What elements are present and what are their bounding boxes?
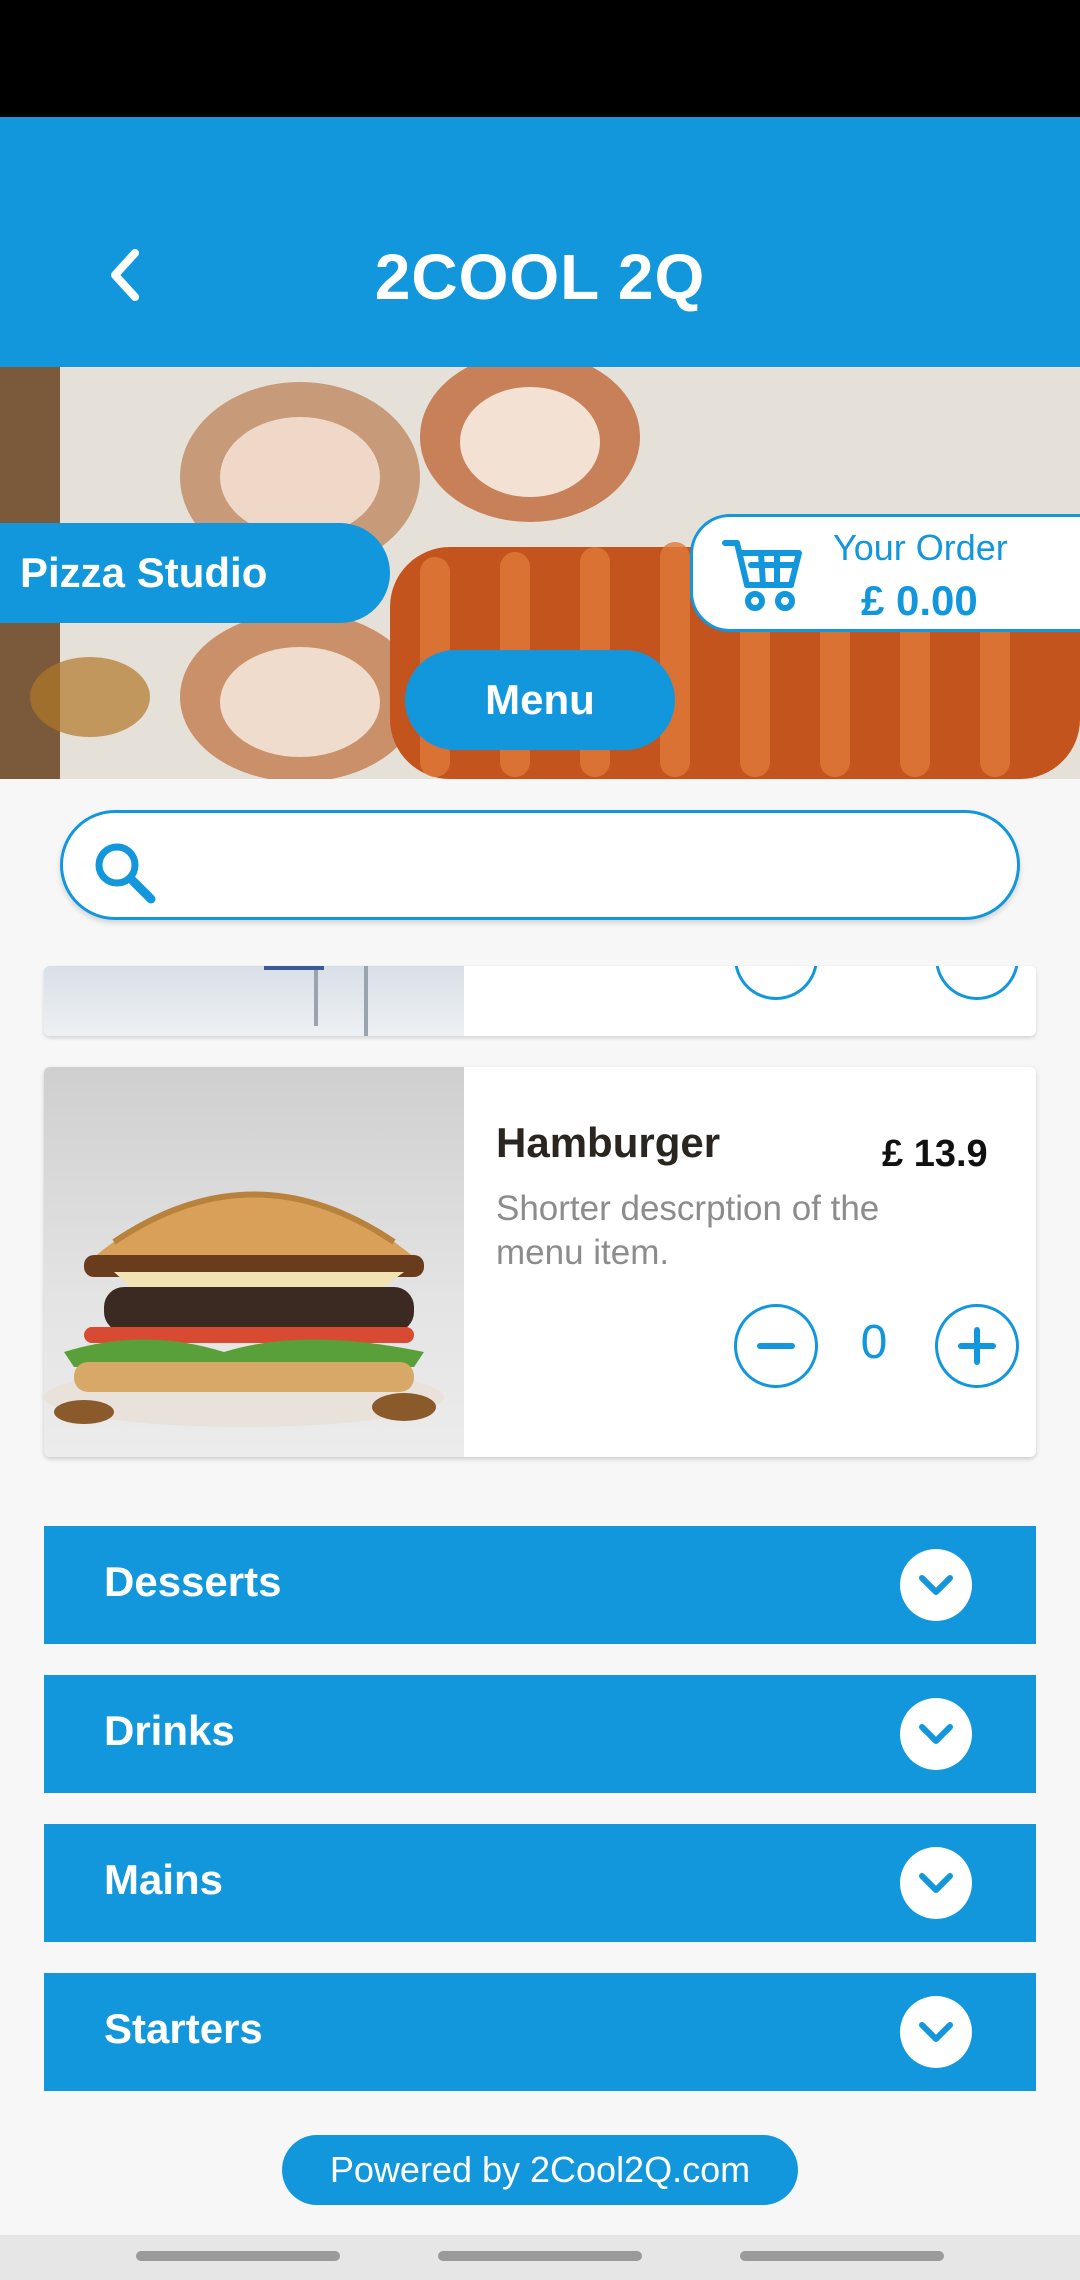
category-drinks[interactable]: Drinks — [44, 1675, 1036, 1793]
page-title: 2COOL 2Q — [374, 241, 706, 313]
decrease-quantity-button[interactable] — [734, 1304, 818, 1388]
menu-item-price: £ 13.9 — [882, 1133, 988, 1175]
category-label: Desserts — [104, 1558, 282, 1605]
nav-home-gesture[interactable] — [438, 2251, 642, 2261]
menu-item-image — [44, 1067, 464, 1457]
category-label: Drinks — [104, 1707, 235, 1754]
cart-icon — [722, 540, 802, 611]
category-starters[interactable]: Starters — [44, 1973, 1036, 2091]
chevron-down-icon — [900, 1847, 972, 1919]
search-icon — [95, 843, 156, 904]
system-nav-bar — [0, 2235, 1080, 2280]
nav-back-gesture[interactable] — [136, 2251, 340, 2261]
hamburger-image — [44, 1191, 444, 1427]
chevron-down-icon — [900, 1996, 972, 2068]
list-item[interactable]: Hamburger £ 13.9 Shorter descrption of t… — [44, 1067, 1036, 1457]
menu-item-description: Shorter descrption of the menu item. — [496, 1189, 880, 1272]
category-desserts[interactable]: Desserts — [44, 1526, 1036, 1644]
powered-by-link[interactable]: Powered by 2Cool2Q.com — [282, 2135, 798, 2205]
increase-quantity-button[interactable] — [935, 1304, 1019, 1388]
status-bar — [0, 0, 1080, 117]
category-mains[interactable]: Mains — [44, 1824, 1036, 1942]
nav-recents-gesture[interactable] — [740, 2251, 944, 2261]
quantity-value: 0 — [860, 1316, 888, 1369]
store-name-badge: Pizza Studio — [0, 523, 390, 623]
chevron-down-icon — [900, 1698, 972, 1770]
order-total: £ 0.00 — [861, 577, 978, 624]
your-order-button[interactable]: Your Order £ 0.00 — [690, 514, 1080, 632]
chevron-down-icon — [900, 1549, 972, 1621]
list-item-partial — [44, 966, 1036, 1036]
plus-icon — [958, 1327, 996, 1365]
category-label: Starters — [104, 2005, 263, 2052]
menu-item-image — [44, 966, 464, 1036]
search-bar[interactable] — [60, 810, 1020, 920]
menu-item-name: Hamburger — [496, 1119, 721, 1166]
your-order-label: Your Order — [833, 527, 1008, 568]
search-input[interactable] — [173, 827, 993, 903]
menu-button[interactable]: Menu — [405, 650, 675, 750]
decrease-button[interactable] — [734, 966, 818, 1000]
minus-icon — [757, 1343, 795, 1349]
category-label: Mains — [104, 1856, 224, 1903]
increase-button[interactable] — [935, 966, 1019, 1000]
